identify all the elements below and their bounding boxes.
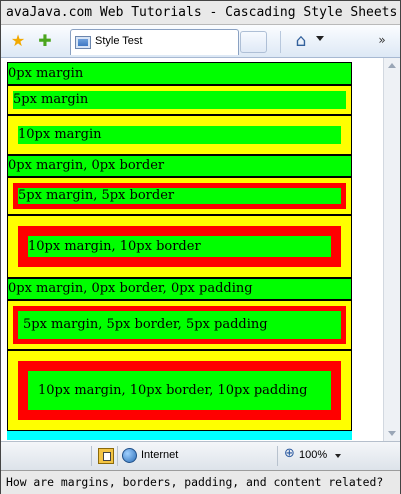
content-box: 0px margin [8, 63, 351, 84]
caption-bar: How are margins, borders, padding, and c… [1, 470, 400, 494]
protected-mode-icon[interactable] [98, 448, 114, 464]
chevron-right-icon[interactable]: » [372, 30, 392, 50]
box-group: 0px margin [7, 62, 352, 85]
security-zone-label[interactable]: Internet [141, 449, 178, 461]
tab-style-test[interactable]: Style Test [70, 29, 239, 55]
page-icon [75, 36, 91, 49]
status-divider [117, 446, 118, 466]
browser-toolbar: ★ ✚ Style Test ⌂ » [1, 25, 400, 58]
box-label: 10px margin [18, 127, 102, 142]
add-favorite-icon[interactable]: ✚ [35, 31, 55, 51]
box-group: 0px margin, 0px border [7, 155, 352, 177]
star-icon[interactable]: ★ [8, 31, 28, 51]
box-label: 10px margin, 10px border [28, 239, 201, 254]
content-box: 10px margin [18, 126, 341, 144]
style-test-page: 0px margin 5px margin 10px margin 0px ma… [7, 62, 352, 440]
zoom-icon[interactable]: ⊕ [284, 447, 298, 461]
content-box: 5px margin [13, 91, 346, 109]
box-group: 5px margin, 5px border [7, 177, 352, 215]
content-box: 0px margin, 0px border [8, 156, 351, 176]
home-icon[interactable]: ⌂ [290, 30, 312, 52]
page-viewport: 0px margin 5px margin 10px margin 0px ma… [1, 58, 400, 441]
tab-label: Style Test [95, 35, 143, 47]
box-group: 0px margin, 0px border, 0px padding [7, 278, 352, 300]
box-group: 10px margin [7, 115, 352, 155]
box-label: 10px margin, 10px border, 10px padding [38, 383, 308, 398]
box-group: 10px margin, 10px border [7, 215, 352, 278]
zoom-level[interactable]: 100% [299, 449, 327, 461]
box-group: 10px margin, 10px border, 10px padding [7, 350, 352, 431]
box-label: 5px margin, 5px border, 5px padding [23, 317, 268, 332]
box-group: 5px margin [7, 85, 352, 115]
vertical-scrollbar[interactable] [383, 58, 400, 441]
box-label: 5px margin, 5px border [18, 188, 175, 203]
box-label: 5px margin [13, 92, 89, 107]
zoom-dropdown-icon[interactable] [335, 454, 341, 458]
box-label: 0px margin, 0px border [8, 158, 165, 173]
content-box: 5px margin, 5px border [13, 183, 346, 209]
content-box: 0px margin, 0px border, 0px padding [8, 279, 351, 299]
status-bar: Internet ⊕ 100% [1, 441, 400, 470]
new-tab-button[interactable] [240, 31, 267, 53]
content-box: 5px margin, 5px border, 5px padding [13, 306, 346, 344]
window-title: avaJava.com Web Tutorials - Cascading St… [1, 1, 400, 25]
status-divider [91, 446, 92, 466]
box-label: 0px margin [8, 66, 84, 81]
content-box: 10px margin, 10px border, 10px padding [18, 361, 341, 420]
content-box: 10px margin, 10px border [18, 226, 341, 267]
box-label: 0px margin, 0px border, 0px padding [8, 281, 253, 296]
toolbar-separator [280, 31, 281, 53]
globe-icon [122, 448, 137, 463]
status-divider [277, 446, 278, 466]
home-dropdown-icon[interactable] [316, 36, 324, 41]
box-group: 5px margin, 5px border, 5px padding [7, 300, 352, 350]
browser-window: avaJava.com Web Tutorials - Cascading St… [0, 0, 401, 494]
